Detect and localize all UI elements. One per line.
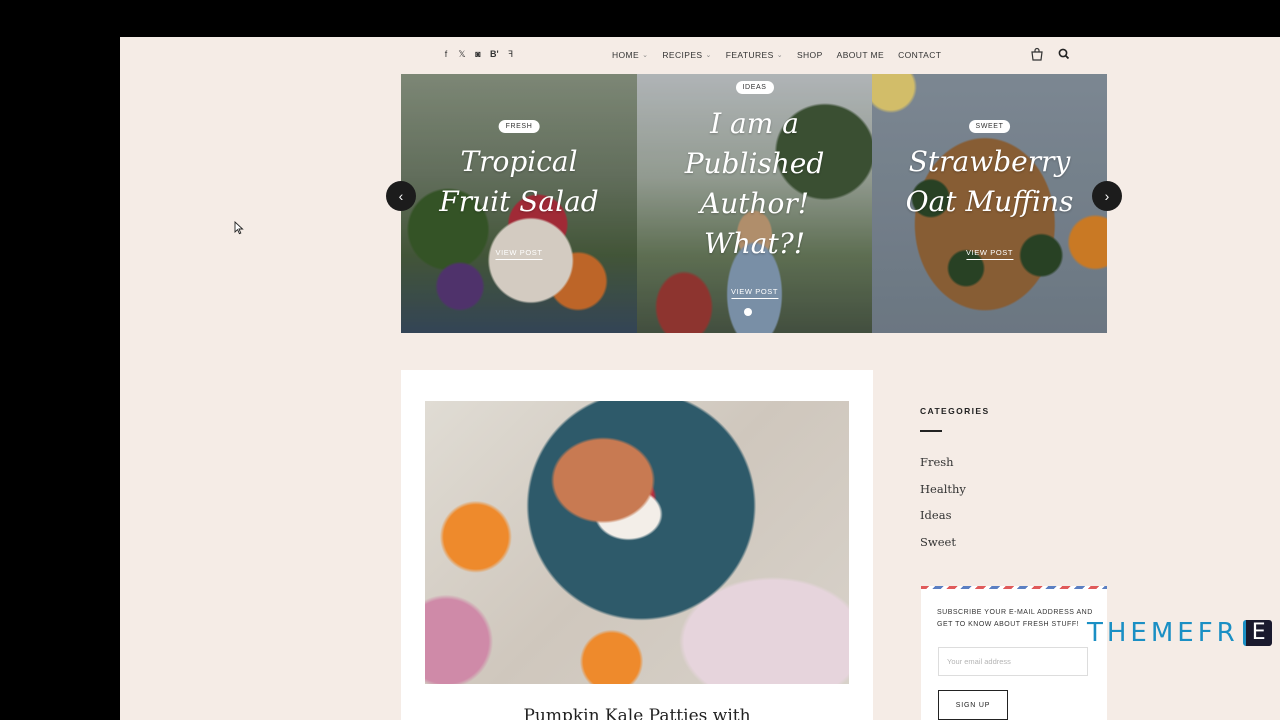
view-post-link[interactable]: VIEW POST [495,248,543,260]
sign-up-button[interactable]: SIGN UP [938,690,1008,720]
slider-next-button[interactable]: › [1092,181,1122,211]
nav-label: HOME [612,50,640,60]
slide-published-author[interactable]: IDEAS I am a Published Author! What?! VI… [637,74,872,333]
view-post-link[interactable]: VIEW POST [965,248,1014,260]
slide-title-line: Oat Muffins [905,185,1074,218]
post-title[interactable]: Pumpkin Kale Patties with [401,706,873,720]
slide-category-tag[interactable]: FRESH [498,120,540,133]
main-nav: HOME ⌄ RECIPES ⌄ FEATURES ⌄ SHOP ABOUT ME C… [612,50,941,60]
chevron-down-icon: ⌄ [642,52,649,59]
subscribe-widget: SUBSCRIBE YOUR E-MAIL ADDRESS AND GET TO… [921,586,1107,720]
mouse-cursor-icon [234,221,244,235]
nav-shop[interactable]: SHOP [797,50,823,60]
nav-label: SHOP [796,50,823,60]
bloglovin-icon[interactable]: B' [490,49,499,60]
subscribe-text: SUBSCRIBE YOUR E-MAIL ADDRESS AND GET TO… [937,609,1093,628]
post-card: Pumpkin Kale Patties with [401,370,873,720]
slide-title-line: Tropical [460,145,578,178]
view-post-link[interactable]: VIEW POST [730,287,779,299]
nav-label: RECIPES [662,50,703,60]
slide-title-line: Strawberry [908,145,1071,178]
header-actions [1030,47,1070,61]
featured-slider: FRESH Tropical Fruit Salad VIEW POST IDE… [401,74,1107,333]
slide-title-line: Published [684,147,825,180]
slide-title-line: What?! [703,227,806,260]
slider-dot[interactable] [744,308,752,316]
chevron-right-icon: › [1104,188,1110,204]
nav-label: CONTACT [898,50,942,60]
chevron-down-icon: ⌄ [705,52,712,59]
cart-icon[interactable] [1030,47,1044,61]
search-icon[interactable] [1058,47,1070,61]
watermark-logo: THEMEFR E [1087,618,1272,648]
categories-list: Fresh Healthy Ideas Sweet [920,455,966,561]
email-field[interactable] [938,647,1088,676]
slide-title[interactable]: Strawberry Oat Muffins [872,142,1107,222]
slide-category-tag[interactable]: IDEAS [735,81,774,94]
instagram-icon[interactable]: ◙ [474,49,482,60]
post-image-graphic [425,401,849,684]
category-link[interactable]: Ideas [920,508,966,535]
foursquare-icon[interactable]: ꟻ [507,49,515,60]
nav-features[interactable]: FEATURES ⌄ [726,50,783,60]
slide-strawberry-oat-muffins[interactable]: SWEET Strawberry Oat Muffins VIEW POST [872,74,1107,333]
categories-heading: CATEGORIES [920,406,990,416]
chevron-down-icon: ⌄ [776,52,783,59]
post-featured-image[interactable] [425,401,849,684]
slide-title-line: Fruit Salad [439,185,599,218]
category-link[interactable]: Fresh [920,455,966,482]
airmail-border [921,586,1107,589]
heading-underline [920,430,942,432]
slide-tropical-fruit-salad[interactable]: FRESH Tropical Fruit Salad VIEW POST [401,74,637,333]
watermark-text: THEMEFR [1087,618,1239,648]
site-header: f 𝕏 ◙ B' ꟻ HOME ⌄ RECIPES ⌄ FEATURES ⌄ SHOP… [120,37,1280,73]
nav-label: ABOUT ME [836,50,885,60]
nav-about-me[interactable]: ABOUT ME [837,50,884,60]
slide-title[interactable]: Tropical Fruit Salad [401,142,637,222]
nav-home[interactable]: HOME ⌄ [612,50,648,60]
facebook-icon[interactable]: f [442,49,450,60]
slider-prev-button[interactable]: ‹ [386,181,416,211]
nav-recipes[interactable]: RECIPES ⌄ [662,50,711,60]
chevron-left-icon: ‹ [398,188,404,204]
slider-pagination [744,308,752,316]
watermark-letter: E [1242,620,1272,646]
slide-title-line: Author! [699,187,810,220]
nav-contact[interactable]: CONTACT [898,50,941,60]
slide-category-tag[interactable]: SWEET [968,120,1011,133]
category-link[interactable]: Healthy [920,482,966,509]
slide-title-line: I am a [710,107,799,140]
nav-label: FEATURES [725,50,774,60]
category-link[interactable]: Sweet [920,535,966,562]
slide-title[interactable]: I am a Published Author! What?! [637,104,872,264]
social-links: f 𝕏 ◙ B' ꟻ [442,49,515,60]
twitter-icon[interactable]: 𝕏 [458,49,466,60]
